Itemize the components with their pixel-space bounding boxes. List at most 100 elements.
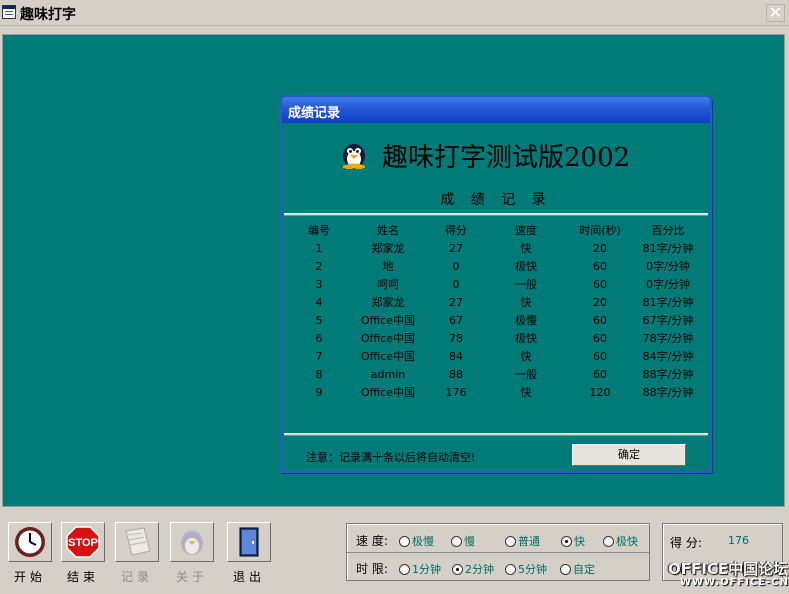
- speed-option-label: 极快: [616, 535, 638, 548]
- column-header-rate: 百分比: [651, 224, 685, 237]
- table-row: 1 郑家龙 27 快 20 81字/分钟: [296, 239, 710, 257]
- about-button: [170, 522, 214, 562]
- ok-button[interactable]: 确定: [572, 444, 686, 466]
- time-limit-option-1[interactable]: 2分钟: [452, 561, 494, 577]
- cell-rate: 81字/分钟: [642, 242, 694, 255]
- records-dialog: 成绩记录 趣味打字测试版2002 成 绩 记 录 编号 姓名 得分 速度 时间(…: [280, 95, 712, 473]
- title-bar: 趣味打字 ✕: [0, 0, 789, 26]
- radio-button-icon[interactable]: [452, 563, 463, 575]
- cell-name: Office中国: [360, 350, 416, 363]
- cell-name: Office中国: [360, 314, 416, 327]
- stop-sign-text: STOP: [68, 537, 98, 549]
- radio-button-icon[interactable]: [603, 535, 614, 547]
- radio-button-icon[interactable]: [560, 563, 571, 575]
- cell-rate: 88字/分钟: [642, 386, 694, 399]
- cell-score: 84: [449, 349, 463, 363]
- radio-button-icon[interactable]: [505, 535, 516, 547]
- cell-score: 176: [445, 385, 467, 399]
- cell-score: 67: [449, 313, 463, 327]
- cell-time: 60: [593, 349, 607, 363]
- start-button[interactable]: [8, 522, 52, 562]
- settings-divider: [347, 552, 649, 553]
- cell-speed: 极慢: [515, 314, 537, 327]
- cell-rate: 0字/分钟: [646, 260, 690, 273]
- speed-option-label: 快: [574, 535, 585, 548]
- cell-rate: 88字/分钟: [642, 368, 694, 381]
- speed-option-label: 极慢: [412, 535, 434, 548]
- exit-button[interactable]: [227, 522, 271, 562]
- window-title: 趣味打字: [20, 7, 76, 23]
- cell-name: Office中国: [360, 332, 416, 345]
- cell-score: 27: [449, 241, 463, 255]
- cell-speed: 极快: [515, 332, 537, 345]
- divider-bottom: [284, 433, 708, 436]
- radio-button-icon[interactable]: [399, 563, 410, 575]
- column-header-score: 得分: [445, 224, 467, 237]
- cell-id: 1: [315, 241, 323, 255]
- speed-label: 速 度:: [356, 534, 388, 548]
- about-label: 关于: [175, 570, 208, 584]
- auto-clear-notice: 注意：记录满十条以后将自动清空!: [306, 451, 476, 464]
- dialog-title-bar[interactable]: 成绩记录: [282, 97, 710, 123]
- column-header-id: 编号: [308, 224, 330, 237]
- table-row: 6 Office中国 78 极快 60 78字/分钟: [296, 329, 710, 347]
- cell-score: 0: [452, 259, 460, 273]
- speed-option-label: 慢: [464, 535, 475, 548]
- cell-rate: 0字/分钟: [646, 278, 690, 291]
- cell-rate: 67字/分钟: [642, 314, 694, 327]
- main-window: 趣味打字 ✕ 成绩记录 趣味打字测试版2002 成 绩 记 录 编号 姓名 得分: [0, 0, 789, 594]
- speed-option-3[interactable]: 快: [561, 533, 585, 549]
- cell-speed: 一般: [515, 278, 537, 291]
- speed-option-label: 普通: [518, 535, 540, 548]
- cell-name: 郑家龙: [371, 296, 405, 309]
- cell-id: 9: [315, 385, 323, 399]
- column-header-speed: 速度: [515, 224, 537, 237]
- speed-option-2[interactable]: 普通: [505, 533, 540, 549]
- speed-option-0[interactable]: 极慢: [399, 533, 434, 549]
- time-limit-option-label: 5分钟: [518, 563, 547, 576]
- radio-button-icon[interactable]: [561, 535, 572, 547]
- score-label: 得 分:: [670, 536, 702, 550]
- record-button: [115, 522, 159, 562]
- records-subheading: 成 绩 记 录: [440, 192, 552, 208]
- cell-speed: 快: [520, 296, 532, 309]
- table-row: 9 Office中国 176 快 120 88字/分钟: [296, 383, 710, 401]
- table-row: 5 Office中国 67 极慢 60 67字/分钟: [296, 311, 710, 329]
- time-limit-option-label: 2分钟: [465, 563, 494, 576]
- radio-button-icon[interactable]: [451, 535, 462, 547]
- notebook-icon: [125, 527, 151, 556]
- close-button[interactable]: ✕: [766, 4, 785, 22]
- cell-time: 60: [593, 259, 607, 273]
- cell-time: 20: [593, 241, 607, 255]
- table-header-row: 编号 姓名 得分 速度 时间(秒) 百分比: [296, 221, 710, 239]
- forum-watermark: OFFICE中国论坛: [668, 560, 789, 578]
- forum-watermark-url: WWW.OFFICE-CN.NET: [680, 577, 789, 588]
- time-limit-option-3[interactable]: 自定: [560, 561, 595, 577]
- cell-id: 4: [315, 295, 323, 309]
- time-limit-option-2[interactable]: 5分钟: [505, 561, 547, 577]
- cell-name: Office中国: [360, 386, 416, 399]
- stop-label: 结束: [66, 570, 99, 584]
- penguin-icon: [343, 144, 365, 169]
- cell-id: 6: [315, 331, 323, 345]
- cell-time: 60: [593, 313, 607, 327]
- stop-sign-icon: STOP: [66, 526, 100, 558]
- time-limit-option-label: 自定: [573, 563, 595, 576]
- time-limit-option-label: 1分钟: [412, 563, 441, 576]
- cell-score: 78: [449, 331, 463, 345]
- cell-time: 120: [589, 385, 611, 399]
- table-row: 2 地 0 极快 60 0字/分钟: [296, 257, 710, 275]
- cell-speed: 快: [520, 386, 532, 399]
- time-limit-option-0[interactable]: 1分钟: [399, 561, 441, 577]
- records-table: 编号 姓名 得分 速度 时间(秒) 百分比 1 郑家龙 27 快 20 81字/分钟 2 地 0…: [296, 221, 710, 401]
- cell-id: 2: [315, 259, 323, 273]
- speed-option-4[interactable]: 极快: [603, 533, 638, 549]
- stop-button[interactable]: STOP: [61, 522, 105, 562]
- radio-button-icon[interactable]: [399, 535, 410, 547]
- window-icon[interactable]: [2, 5, 16, 19]
- speed-option-1[interactable]: 慢: [451, 533, 475, 549]
- cell-time: 60: [593, 331, 607, 345]
- cell-name: 郑家龙: [371, 242, 405, 255]
- cell-score: 0: [452, 277, 460, 291]
- radio-button-icon[interactable]: [505, 563, 516, 575]
